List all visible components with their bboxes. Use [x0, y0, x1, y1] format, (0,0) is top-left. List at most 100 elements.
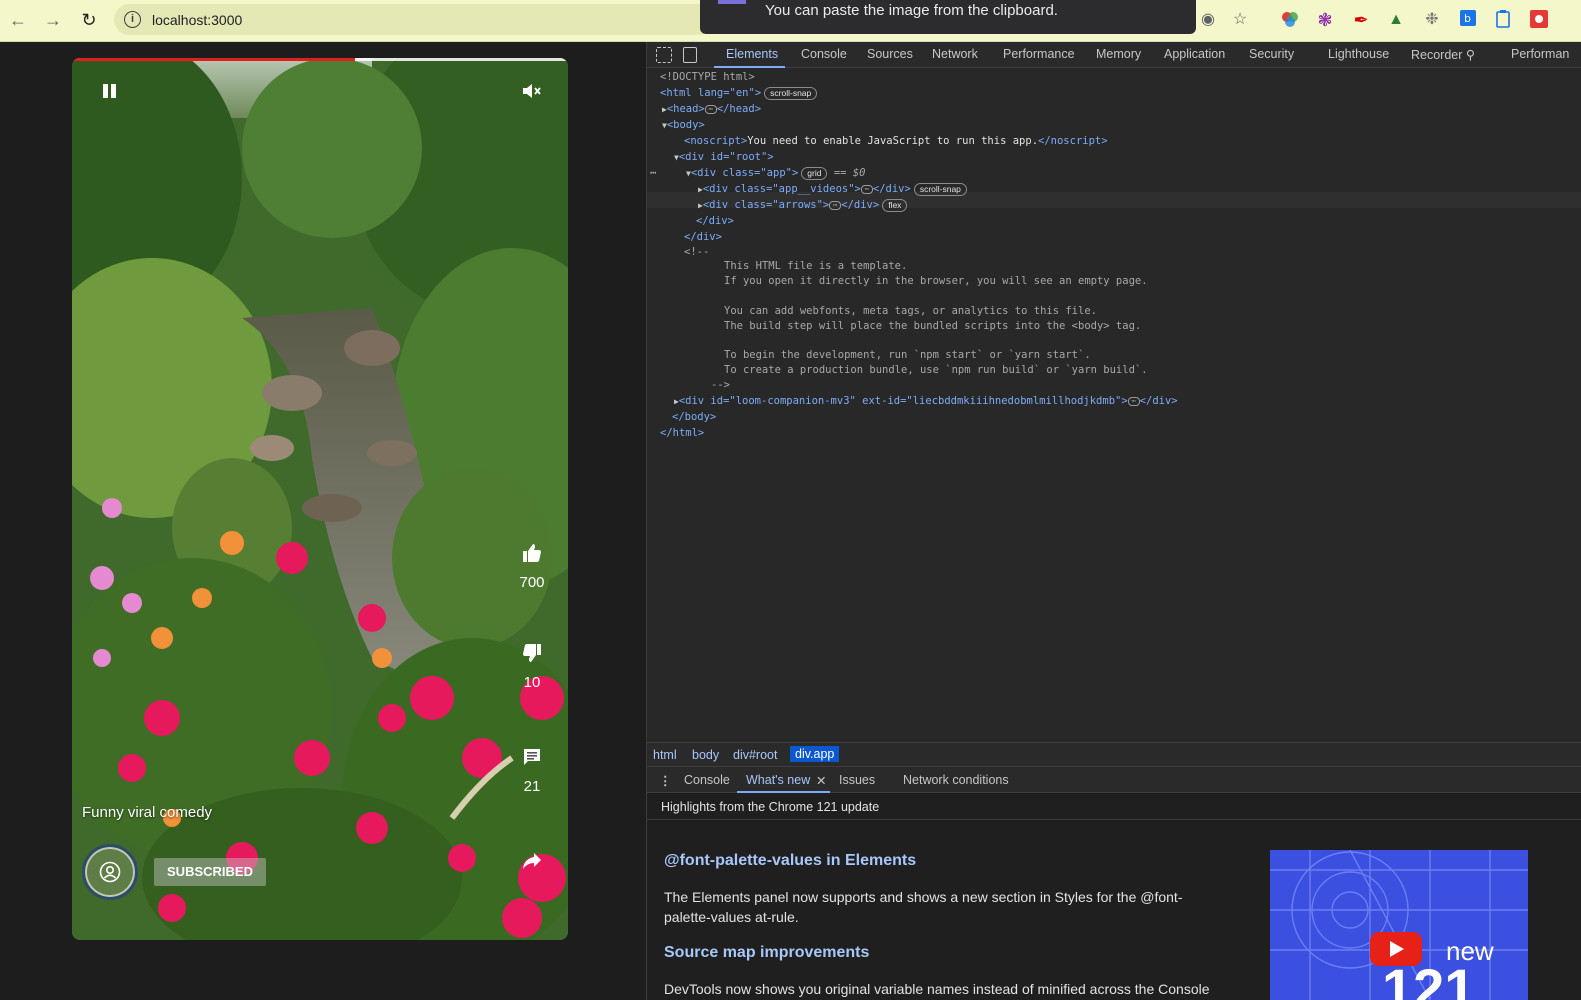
- like-count: 700: [519, 574, 545, 591]
- active-tab-indicator: [714, 66, 785, 68]
- drawer-tab-whats-new[interactable]: What's new: [746, 773, 810, 787]
- screenshot-icon[interactable]: [1529, 10, 1549, 30]
- subscribed-button[interactable]: SUBSCRIBED: [154, 858, 266, 886]
- video-progress-bar[interactable]: [72, 58, 568, 61]
- user-circle-icon: [99, 861, 121, 883]
- share-button[interactable]: [508, 848, 556, 874]
- tab-application[interactable]: Application: [1164, 47, 1225, 61]
- thumb-down-icon: [508, 640, 556, 666]
- comment-button[interactable]: 21: [508, 744, 556, 795]
- device-toolbar-icon[interactable]: [683, 47, 697, 63]
- color-wheel-icon[interactable]: [1280, 10, 1300, 30]
- eye-off-icon[interactable]: ◉: [1198, 10, 1218, 30]
- dom-close-root[interactable]: </div>: [684, 231, 722, 243]
- b-extension-icon[interactable]: b: [1458, 10, 1478, 30]
- bug-icon[interactable]: ❉: [1422, 10, 1442, 30]
- dom-node-root[interactable]: ▼<div id="root">: [674, 151, 774, 163]
- breadcrumb: html body div#root div.app: [647, 742, 1581, 766]
- dom-close-body[interactable]: </body>: [672, 411, 716, 423]
- dom-comment-open[interactable]: <!--: [684, 246, 709, 258]
- devtools-panel: Elements Console Sources Network Perform…: [646, 42, 1581, 1000]
- breadcrumb-body[interactable]: body: [692, 748, 719, 762]
- tab-recorder[interactable]: Recorder ⚲: [1411, 47, 1475, 62]
- dislike-button[interactable]: 10: [508, 640, 556, 691]
- dom-node-noscript[interactable]: <noscript>You need to enable JavaScript …: [684, 135, 1108, 147]
- feature-desc-source-maps: DevTools now shows you original variable…: [664, 981, 1210, 997]
- comment-line: You can add webfonts, meta tags, or anal…: [724, 305, 1097, 317]
- channel-avatar[interactable]: [82, 844, 138, 900]
- inspect-element-icon[interactable]: [656, 47, 672, 63]
- tab-console[interactable]: Console: [801, 47, 847, 61]
- feature-title-font-palette[interactable]: @font-palette-values in Elements: [664, 852, 916, 870]
- ellipsis-icon[interactable]: ⋯: [860, 184, 873, 194]
- tab-performance-insights[interactable]: Performan: [1511, 47, 1569, 61]
- badge-scroll-snap[interactable]: scroll-snap: [764, 87, 818, 100]
- dom-close-html[interactable]: </html>: [660, 427, 704, 439]
- star-icon[interactable]: ☆: [1230, 10, 1250, 30]
- comment-line: If you open it directly in the browser, …: [724, 275, 1148, 287]
- clipboard-icon[interactable]: [1493, 10, 1513, 30]
- html-extension-icon[interactable]: ▲: [1386, 10, 1406, 30]
- release-video-thumbnail[interactable]: new 121: [1270, 850, 1528, 1000]
- pause-icon[interactable]: [100, 80, 118, 102]
- thumb-up-icon: [508, 540, 556, 566]
- tab-security[interactable]: Security: [1249, 47, 1294, 61]
- address-bar[interactable]: i localhost:3000: [114, 4, 714, 35]
- dislike-count: 10: [523, 674, 541, 691]
- flower-extension-icon[interactable]: ❃: [1315, 10, 1335, 30]
- forward-icon[interactable]: →: [41, 8, 65, 32]
- videos-tag: <div class="app__videos">: [702, 183, 861, 195]
- head-close-tag: </head>: [716, 103, 762, 115]
- back-icon[interactable]: ←: [6, 8, 30, 32]
- tab-sources[interactable]: Sources: [867, 47, 913, 61]
- tab-network[interactable]: Network: [932, 47, 978, 61]
- clipboard-toast: You can paste the image from the clipboa…: [700, 0, 1196, 34]
- dom-node-arrows[interactable]: ▶<div class="arrows"> ⋯ </div> flex: [698, 199, 908, 212]
- dom-node-head[interactable]: ▶<head> ⋯ </head>: [662, 103, 761, 115]
- dom-node-loom[interactable]: ▶<div id="loom-companion-mv3" ext-id="li…: [674, 395, 1178, 407]
- like-button[interactable]: 700: [508, 540, 556, 591]
- feature-title-source-maps[interactable]: Source map improvements: [664, 944, 869, 962]
- breadcrumb-html[interactable]: html: [653, 748, 677, 762]
- tab-performance[interactable]: Performance: [1003, 47, 1075, 61]
- pen-icon[interactable]: ✒: [1351, 10, 1371, 30]
- drawer-tab-console[interactable]: Console: [684, 773, 730, 787]
- noscript-close-tag: </noscript>: [1038, 135, 1108, 147]
- badge-grid[interactable]: grid: [801, 167, 828, 180]
- site-info-icon[interactable]: i: [124, 11, 141, 28]
- dom-node-app[interactable]: ▼<div class="app"> grid == $0: [686, 167, 865, 180]
- divider: [647, 819, 1581, 820]
- video-player[interactable]: 700 10 21 Funny viral comedy SUBSCRIBED: [72, 58, 568, 940]
- drawer-tab-issues[interactable]: Issues: [839, 773, 875, 787]
- app-tag: <div class="app">: [690, 167, 799, 179]
- ellipsis-icon[interactable]: ⋯: [704, 104, 717, 114]
- dom-doctype[interactable]: <!DOCTYPE html>: [660, 71, 755, 83]
- html-tag: <html lang="en">: [660, 87, 762, 99]
- arrows-close-tag: </div>: [841, 199, 880, 211]
- url-text[interactable]: localhost:3000: [152, 12, 242, 28]
- tab-elements[interactable]: Elements: [726, 47, 778, 61]
- close-icon[interactable]: ✕: [816, 773, 826, 788]
- ellipsis-icon[interactable]: ⋯: [829, 200, 842, 210]
- arrows-tag: <div class="arrows">: [702, 199, 830, 211]
- close-tag: </div>: [696, 215, 734, 227]
- comment-line: The build step will place the bundled sc…: [724, 320, 1142, 332]
- breadcrumb-root[interactable]: div#root: [733, 748, 777, 762]
- dom-close-app[interactable]: </div>: [696, 215, 734, 227]
- breadcrumb-app[interactable]: div.app: [790, 746, 840, 762]
- drawer-tab-network-conditions[interactable]: Network conditions: [903, 773, 1009, 787]
- tab-memory[interactable]: Memory: [1096, 47, 1141, 61]
- tab-lighthouse[interactable]: Lighthouse: [1328, 47, 1389, 61]
- node-actions-icon[interactable]: ⋯: [650, 167, 656, 179]
- dom-node-body[interactable]: ▼<body>: [662, 119, 705, 131]
- comment-line: This HTML file is a template.: [724, 260, 908, 272]
- volume-mute-icon[interactable]: [520, 82, 542, 102]
- dom-node-app-videos[interactable]: ▶<div class="app__videos"> ⋯ </div> scroll-…: [698, 183, 967, 196]
- drawer-menu-icon[interactable]: ⋮: [659, 773, 672, 788]
- dom-comment-close[interactable]: -->: [711, 379, 730, 391]
- badge-flex[interactable]: flex: [882, 199, 908, 212]
- reload-icon[interactable]: ↻: [77, 8, 101, 32]
- ellipsis-icon[interactable]: ⋯: [1127, 396, 1140, 406]
- dom-node-html[interactable]: <html lang="en"> scroll-snap: [660, 87, 818, 100]
- badge-scroll-snap[interactable]: scroll-snap: [913, 183, 967, 196]
